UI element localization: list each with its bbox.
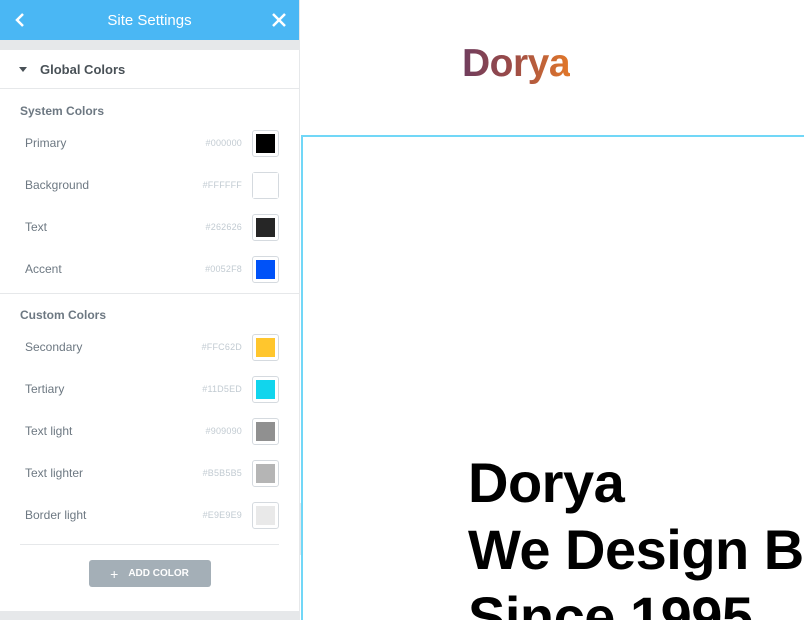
color-swatch-button[interactable] [252,459,279,487]
panel-footer [0,611,299,620]
custom-colors-label: Custom Colors [20,308,107,322]
color-hex: #FFFFFF [202,180,242,190]
hero-heading[interactable]: Dorya We Design B Since 1995 [468,449,804,620]
panel-title: Site Settings [107,11,192,29]
color-swatch [256,259,275,279]
color-hex: #FFC62D [201,342,242,352]
color-swatch-button[interactable] [252,255,279,283]
color-name: Primary [25,136,67,150]
color-name: Accent [25,262,62,276]
color-hex: #B5B5B5 [202,468,242,478]
section-divider [0,293,299,294]
color-swatch [256,379,275,399]
hero-line: Since 1995 [468,585,753,620]
color-row[interactable]: Text light #909090 [0,410,299,452]
color-row[interactable]: Tertiary #11D5ED [0,368,299,410]
color-swatch [256,217,275,237]
color-row[interactable]: Text lighter #B5B5B5 [0,452,299,494]
color-name: Text lighter [25,466,84,480]
color-swatch [256,505,275,525]
color-swatch [256,421,275,441]
add-color-label: ADD COLOR [128,568,189,579]
global-colors-title: Global Colors [40,61,126,77]
color-hex: #E9E9E9 [202,510,242,520]
color-swatch [256,133,275,153]
hero-line: We Design B [468,518,804,581]
color-swatch-button[interactable] [252,333,279,361]
color-swatch-button[interactable] [252,129,279,157]
hero-line: Dorya [468,451,625,514]
global-colors-section-toggle[interactable]: Global Colors [0,50,299,89]
color-name: Tertiary [25,382,65,396]
color-name: Text [25,220,48,234]
close-button[interactable] [259,0,299,40]
color-swatch-button[interactable] [252,213,279,241]
site-settings-panel: Site Settings Global Colors System Color… [0,0,300,620]
color-row[interactable]: Accent #0052F8 [0,248,299,290]
color-swatch [256,337,275,357]
color-row[interactable]: Border light #E9E9E9 [0,494,299,536]
color-name: Secondary [25,340,83,354]
chevron-left-icon [15,13,24,27]
caret-down-icon [19,66,27,72]
color-row[interactable]: Primary #000000 [0,122,299,164]
list-divider [20,544,279,545]
custom-colors-list: Secondary #FFC62D Tertiary #11D5ED Text ligh… [0,326,299,536]
close-icon [272,13,286,27]
color-name: Background [25,178,90,192]
color-hex: #262626 [205,222,242,232]
color-swatch [256,463,275,483]
color-swatch-button[interactable] [252,171,279,199]
panel-header: Site Settings [0,0,299,40]
system-colors-label: System Colors [20,104,105,118]
color-hex: #909090 [205,426,242,436]
color-name: Text light [25,424,73,438]
color-row[interactable]: Secondary #FFC62D [0,326,299,368]
color-swatch-button[interactable] [252,501,279,529]
header-divider [0,40,299,50]
site-logo[interactable]: Dorya [462,42,571,86]
color-name: Border light [25,508,87,522]
color-swatch [253,172,278,198]
color-hex: #0052F8 [205,264,242,274]
color-hex: #000000 [205,138,242,148]
color-row[interactable]: Text #262626 [0,206,299,248]
plus-icon: + [110,565,119,582]
color-row[interactable]: Background #FFFFFF [0,164,299,206]
system-colors-list: Primary #000000 Background #FFFFFF Text #2626… [0,122,299,290]
back-button[interactable] [0,0,40,40]
color-swatch-button[interactable] [252,417,279,445]
color-hex: #11D5ED [202,384,242,394]
color-swatch-button[interactable] [252,375,279,403]
add-color-button[interactable]: + ADD COLOR [88,560,211,587]
page-preview: Dorya Dorya We Design B Since 1995 [301,0,804,620]
